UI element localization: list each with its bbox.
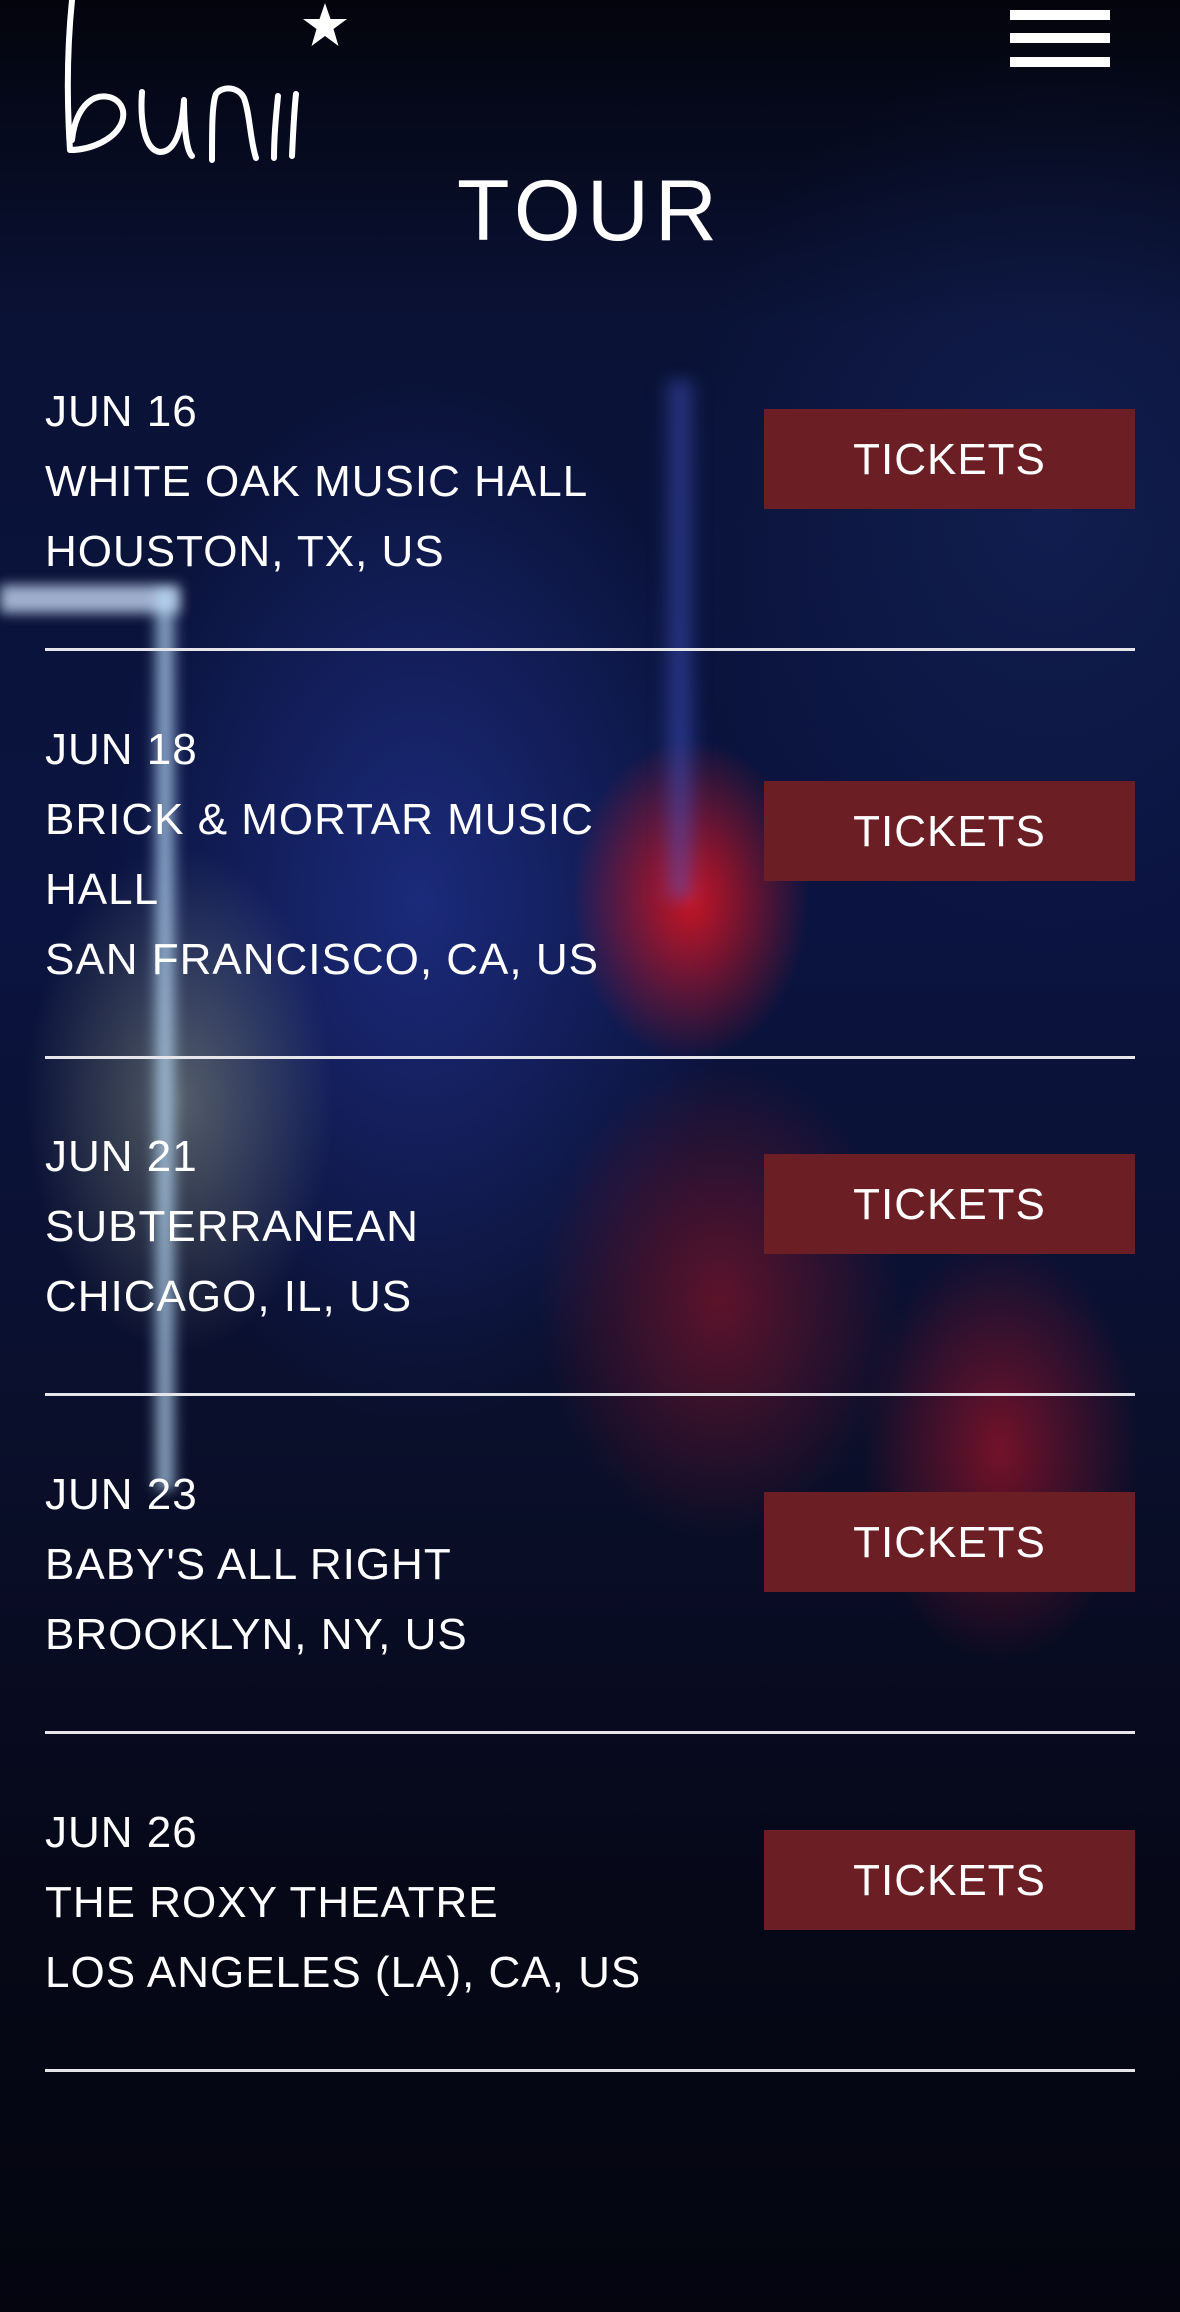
event-date: JUN 23 (45, 1470, 198, 1519)
event-venue: THE ROXY THEATRE (45, 1878, 499, 1927)
event-location: CHICAGO, IL, US (45, 1272, 413, 1321)
event-location: LOS ANGELES (LA), CA, US (45, 1948, 642, 1997)
divider (45, 1393, 1135, 1396)
hamburger-menu-icon[interactable] (1010, 10, 1110, 67)
event-date: JUN 16 (45, 387, 198, 436)
tickets-button[interactable]: TICKETS (764, 1830, 1135, 1930)
divider (45, 1731, 1135, 1734)
event-info: JUN 21 SUBTERRANEAN CHICAGO, IL, US (45, 1122, 725, 1332)
star-icon (303, 3, 347, 46)
event-info: JUN 18 BRICK & MORTAR MUSIC HALL SAN FRA… (45, 715, 725, 995)
tickets-button[interactable]: TICKETS (764, 409, 1135, 509)
event-location: BROOKLYN, NY, US (45, 1610, 468, 1659)
event-venue: SUBTERRANEAN (45, 1202, 419, 1251)
tickets-button[interactable]: TICKETS (764, 1154, 1135, 1254)
event-info: JUN 23 BABY'S ALL RIGHT BROOKLYN, NY, US (45, 1460, 725, 1670)
event-info: JUN 26 THE ROXY THEATRE LOS ANGELES (LA)… (45, 1798, 725, 2008)
divider (45, 1056, 1135, 1059)
event-location: SAN FRANCISCO, CA, US (45, 935, 599, 984)
page-title: TOUR (456, 163, 724, 259)
divider (45, 648, 1135, 651)
event-info: JUN 16 WHITE OAK MUSIC HALL HOUSTON, TX,… (45, 377, 725, 587)
tickets-button[interactable]: TICKETS (764, 781, 1135, 881)
divider (45, 2069, 1135, 2072)
event-venue: BRICK & MORTAR MUSIC (45, 795, 594, 844)
event-venue: WHITE OAK MUSIC HALL (45, 457, 589, 506)
buni-logo[interactable] (60, 0, 360, 165)
event-venue: BABY'S ALL RIGHT (45, 1540, 452, 1589)
event-date: JUN 18 (45, 725, 198, 774)
event-location: HOUSTON, TX, US (45, 527, 445, 576)
event-date: JUN 21 (45, 1132, 198, 1181)
event-date: JUN 26 (45, 1808, 198, 1857)
tickets-button[interactable]: TICKETS (764, 1492, 1135, 1592)
event-venue-line2: HALL (45, 865, 160, 914)
